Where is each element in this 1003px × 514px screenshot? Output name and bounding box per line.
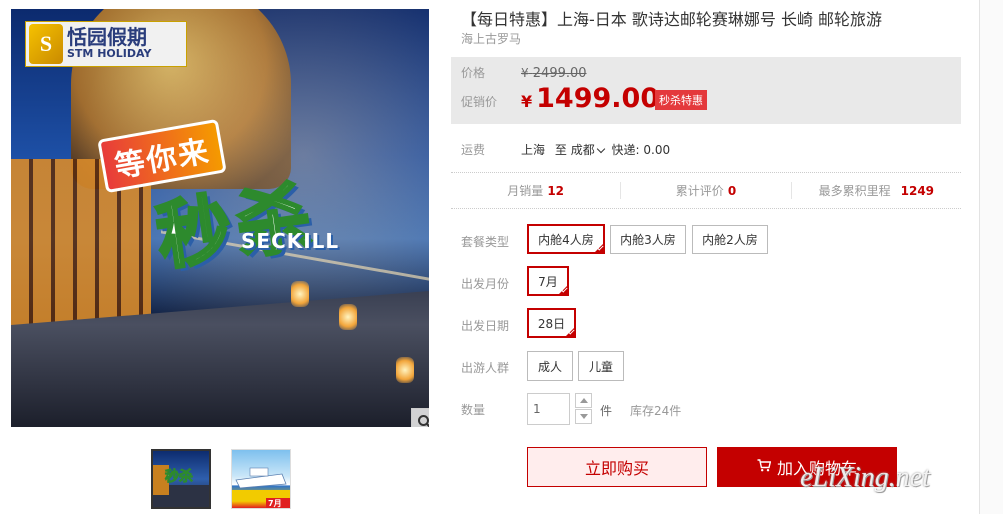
stock-count: 库存24件 — [630, 404, 682, 418]
seckill-badge: 秒杀特惠 — [655, 90, 707, 110]
arrow-down-icon — [579, 414, 588, 419]
promo-main-text: 秒杀 — [150, 172, 323, 282]
arrow-up-icon — [579, 398, 588, 403]
svg-text:秒杀: 秒杀 — [165, 468, 193, 485]
ship-method: 快递: 0.00 — [611, 143, 671, 157]
quantity-decrease-button[interactable] — [575, 409, 592, 424]
thumbnail-date-label: 7月28日 — [266, 498, 290, 508]
traveler-group-label: 出游人群 — [461, 361, 510, 375]
review-count[interactable]: 累计评价 0 — [621, 182, 792, 199]
ship-from: 上海 — [521, 143, 546, 157]
ship-destination-select[interactable]: 成都 — [571, 143, 608, 157]
logo-en-text: STM HOLIDAY — [67, 47, 152, 60]
chevron-down-icon — [596, 144, 605, 154]
thumbnail-1[interactable]: 秒杀 — [151, 449, 211, 509]
package-type-label: 套餐类型 — [461, 235, 510, 249]
original-price-label: 价格 — [461, 66, 486, 80]
mileage-points: 最多累积里程 1249 — [818, 184, 935, 198]
option-package-4[interactable]: 内舱4人房 — [527, 224, 605, 254]
option-group-child[interactable]: 儿童 — [578, 351, 624, 381]
sales-stats-bar: 月销量 12 累计评价 0 最多累积里程 1249 — [451, 172, 961, 209]
departure-month-label: 出发月份 — [461, 277, 510, 291]
shipping-info: 上海 至 成都 快递: 0.00 — [521, 141, 670, 158]
deck-lamp — [339, 304, 357, 330]
watermark-text: eLiXing.net — [800, 462, 930, 493]
brand-logo: S 恬园假期 STM HOLIDAY — [25, 21, 187, 67]
main-product-image[interactable]: S 恬园假期 STM HOLIDAY 等你来 秒杀 SECKILL — [11, 9, 429, 427]
page-scrollbar[interactable] — [979, 0, 1003, 514]
sale-price-label: 促销价 — [461, 95, 498, 109]
buy-now-button[interactable]: 立即购买 — [527, 447, 707, 487]
deck-lamp — [396, 357, 414, 383]
monthly-sales: 月销量 12 — [451, 182, 622, 199]
option-date[interactable]: 28日 — [527, 308, 576, 338]
quantity-increase-button[interactable] — [575, 393, 592, 408]
option-package-3[interactable]: 内舱3人房 — [610, 225, 686, 254]
shipping-label: 运费 — [461, 143, 486, 157]
thumbnail-1-image: 秒杀 — [153, 465, 209, 507]
seckill-promo-graphic: 等你来 秒杀 SECKILL — [97, 118, 381, 299]
original-price: ¥ 2499.00 — [521, 66, 587, 81]
option-group-adult[interactable]: 成人 — [527, 351, 573, 381]
ship-to-word: 至 — [554, 143, 567, 157]
quantity-unit: 件 — [600, 404, 613, 418]
brand-s-icon: S — [29, 24, 63, 64]
thumbnail-2[interactable]: 7月28日 — [231, 449, 291, 509]
option-package-2[interactable]: 内舱2人房 — [692, 225, 768, 254]
quantity-input[interactable] — [527, 393, 570, 425]
departure-date-label: 出发日期 — [461, 319, 510, 333]
cart-icon — [757, 458, 772, 476]
magnifier-icon — [418, 415, 429, 427]
logo-cn-text: 恬园假期 — [67, 25, 147, 49]
option-month[interactable]: 7月 — [527, 266, 569, 296]
product-title: 【每日特惠】上海-日本 歌诗达邮轮赛琳娜号 长崎 邮轮旅游 — [461, 10, 883, 29]
zoom-button[interactable] — [411, 408, 429, 427]
sale-price: ¥1499.00 — [521, 83, 660, 114]
quantity-label: 数量 — [461, 403, 486, 417]
promo-en-text: SECKILL — [241, 229, 340, 253]
product-subtitle: 海上古罗马 — [461, 32, 522, 46]
